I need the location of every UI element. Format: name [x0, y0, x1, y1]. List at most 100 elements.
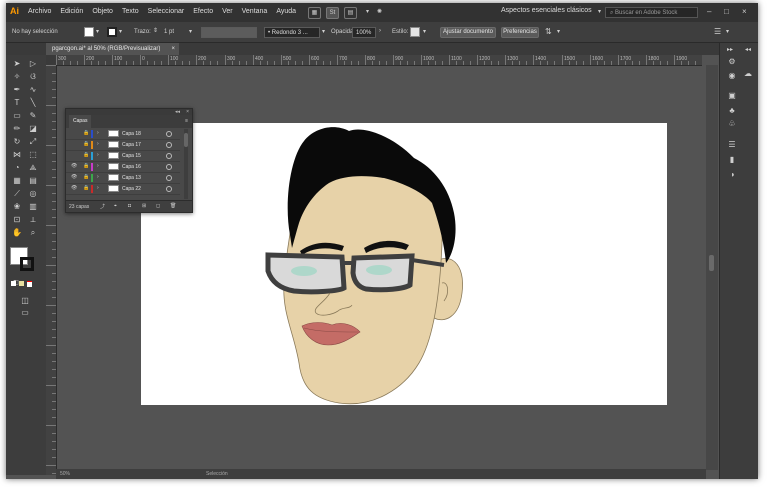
pen-icon[interactable]: ✒ — [10, 84, 24, 95]
panel-options-chevron-icon[interactable]: ▾ — [726, 28, 729, 35]
eyedropper-icon[interactable]: ⟋ — [10, 188, 24, 199]
ruler-origin[interactable] — [46, 55, 56, 65]
maximize-button[interactable]: □ — [724, 7, 729, 16]
vertical-scroll-thumb[interactable] — [709, 255, 714, 271]
close-tab-icon[interactable]: × — [171, 43, 175, 55]
expand-arrow-icon[interactable]: › — [97, 174, 99, 180]
pencil-icon[interactable]: ✏ — [10, 123, 24, 134]
brush-chevron-icon[interactable]: ▾ — [322, 28, 325, 35]
fill-swatch[interactable] — [84, 27, 94, 37]
lock-icon[interactable]: 🔒 — [83, 164, 89, 169]
collapse-dock-icon-2[interactable]: ◂◂ — [742, 45, 754, 55]
visibility-eye-icon[interactable] — [71, 153, 77, 158]
stroke-color-box[interactable] — [20, 257, 34, 271]
target-circle-icon[interactable] — [166, 186, 172, 192]
hand-icon[interactable]: ✋ — [10, 227, 24, 238]
arrange-icon[interactable]: ⇅ — [545, 27, 552, 36]
target-circle-icon[interactable] — [166, 175, 172, 181]
menu-archivo[interactable]: Archivo — [28, 8, 51, 15]
clipping-mask-icon[interactable]: ◘ — [128, 203, 131, 209]
preferences-button[interactable]: Preferencias — [501, 27, 539, 38]
line-icon[interactable]: ╲ — [26, 97, 40, 108]
rectangle-icon[interactable]: ▭ — [10, 110, 24, 121]
gradient-mode-icon[interactable] — [19, 281, 24, 286]
target-circle-icon[interactable] — [166, 131, 172, 137]
face-illustration[interactable] — [254, 123, 469, 405]
puppet-icon[interactable]: ▣ — [726, 91, 738, 101]
stroke-stepper-icon[interactable]: ⇕ — [153, 27, 158, 34]
variable-width-profile[interactable] — [201, 27, 257, 38]
stroke-swatch[interactable] — [107, 27, 117, 37]
style-chevron-icon[interactable]: ▾ — [423, 28, 426, 35]
symbol-sprayer-icon[interactable]: ❀ — [10, 201, 24, 212]
menu-efecto[interactable]: Efecto — [193, 8, 213, 15]
eraser-icon[interactable]: ◪ — [26, 123, 40, 134]
expand-arrow-icon[interactable]: › — [97, 185, 99, 191]
blend-icon[interactable]: ◎ — [26, 188, 40, 199]
layer-row[interactable]: 👁 🔒 › Capa 16 — [66, 162, 180, 173]
layer-name[interactable]: Capa 17 — [122, 142, 141, 148]
zoom-level[interactable]: 50% — [60, 471, 70, 477]
free-transform-icon[interactable]: ⬚ — [26, 149, 40, 160]
minimize-button[interactable]: – — [707, 7, 711, 16]
canvas-vertical-scrollbar[interactable] — [706, 65, 718, 470]
document-tab[interactable]: pgarcgon.ai* al 50% (RGB/Previsualizar) … — [46, 43, 179, 55]
expand-arrow-icon[interactable]: › — [97, 152, 99, 158]
visibility-eye-icon[interactable] — [71, 131, 77, 136]
curvature-icon[interactable]: ∿ — [26, 84, 40, 95]
lock-icon[interactable]: 🔒 — [83, 186, 89, 191]
artboard-icon[interactable]: ⊡ — [10, 214, 24, 225]
gradient-panel-icon[interactable]: ▮ — [726, 155, 738, 165]
vertical-ruler[interactable] — [46, 65, 57, 475]
stroke-icon[interactable]: ☰ — [726, 140, 738, 150]
direct-selection-icon[interactable]: ▷ — [26, 58, 40, 69]
brush-definition[interactable]: • Redondo 3 ... — [264, 27, 320, 38]
menu-edicion[interactable]: Edición — [60, 8, 83, 15]
stock-icon[interactable]: St — [326, 7, 339, 19]
visibility-eye-icon[interactable]: 👁 — [71, 175, 77, 180]
trash-icon[interactable]: 🗑 — [170, 203, 176, 209]
lasso-icon[interactable]: ଓ — [26, 71, 40, 82]
zoom-icon[interactable]: ⌕ — [26, 227, 40, 238]
stroke-chevron-icon[interactable]: ▾ — [119, 28, 122, 35]
target-circle-icon[interactable] — [166, 153, 172, 159]
image-trace-icon[interactable]: ◉ — [726, 71, 738, 81]
lock-icon[interactable]: 🔒 — [83, 142, 89, 147]
paintbrush-icon[interactable]: ✎ — [26, 110, 40, 121]
menu-texto[interactable]: Texto — [122, 8, 139, 15]
rotate-icon[interactable]: ↻ — [10, 136, 24, 147]
target-circle-icon[interactable] — [166, 142, 172, 148]
opacity-chevron-icon[interactable]: › — [379, 28, 381, 34]
slice-icon[interactable]: ⟂ — [26, 214, 40, 225]
type-icon[interactable]: T — [10, 97, 24, 108]
screen-mode-icon[interactable]: ▭ — [18, 307, 32, 318]
expand-arrow-icon[interactable]: › — [97, 141, 99, 147]
layer-row[interactable]: 🔒 › Capa 15 — [66, 151, 180, 162]
layer-row[interactable]: 👁 🔒 › Capa 22 — [66, 184, 180, 195]
collapse-dock-icon[interactable]: ▸▸ — [724, 45, 736, 55]
gradient-icon[interactable]: ▤ — [26, 175, 40, 186]
layer-name[interactable]: Capa 22 — [122, 186, 141, 192]
mesh-icon[interactable]: ▦ — [10, 175, 24, 186]
new-layer-icon[interactable]: ◻ — [156, 203, 160, 209]
expand-arrow-icon[interactable]: › — [97, 130, 99, 136]
magic-wand-icon[interactable]: ✧ — [10, 71, 24, 82]
layer-name[interactable]: Capa 15 — [122, 153, 141, 159]
brushes-icon[interactable]: ♧ — [726, 119, 738, 129]
workspace-switcher[interactable]: Aspectos esenciales clásicos — [501, 7, 592, 14]
layer-row[interactable]: 🔒 › Capa 18 — [66, 129, 180, 140]
horizontal-ruler[interactable]: 300 200 100 0 100 200 300 400 500 600 700 800 900 100… — [56, 55, 702, 66]
current-tool-status[interactable]: Selección — [206, 471, 228, 477]
opacity-field[interactable]: 100% — [352, 27, 376, 38]
gpu-performance-icon[interactable]: ✺ — [374, 7, 385, 17]
arrange-chevron-icon[interactable]: ▾ — [557, 28, 560, 35]
draw-mode-icon[interactable]: ◫ — [18, 295, 32, 306]
menu-seleccionar[interactable]: Seleccionar — [148, 8, 185, 15]
collect-export-icon[interactable]: ⤴ — [100, 203, 105, 210]
bridge-icon[interactable]: ▦ — [308, 7, 321, 19]
column-graph-icon[interactable]: ▥ — [26, 201, 40, 212]
menu-ver[interactable]: Ver — [222, 8, 233, 15]
layer-name[interactable]: Capa 16 — [122, 164, 141, 170]
symbols-icon[interactable]: ♣ — [726, 106, 738, 116]
properties-icon[interactable]: ⚙ — [726, 57, 738, 67]
